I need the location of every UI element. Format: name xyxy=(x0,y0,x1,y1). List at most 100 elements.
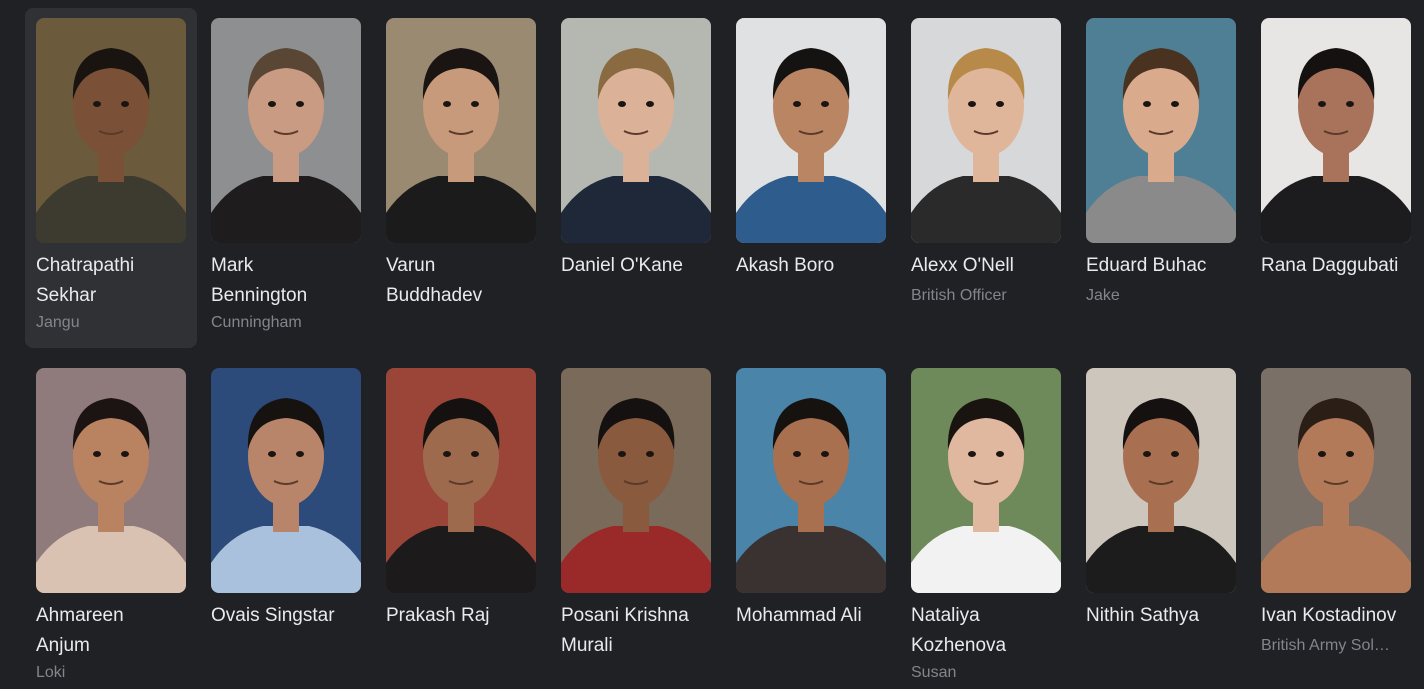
portrait-eye xyxy=(821,451,829,457)
portrait-eye xyxy=(121,101,129,107)
cast-photo[interactable] xyxy=(386,18,536,243)
cast-photo[interactable] xyxy=(36,368,186,593)
cast-card[interactable]: Mark Bennington Cunningham xyxy=(200,8,372,348)
cast-name-line2: Anjum xyxy=(36,635,90,656)
portrait-eye xyxy=(1346,451,1354,457)
cast-card[interactable]: Daniel O'Kane xyxy=(550,8,722,348)
cast-photo[interactable] xyxy=(1261,18,1411,243)
cast-name-line2: Murali xyxy=(561,635,613,656)
portrait-eye xyxy=(471,451,479,457)
cast-card[interactable]: Ovais Singstar xyxy=(200,358,372,689)
cast-role: British Officer xyxy=(911,287,1007,304)
cast-card[interactable]: Chatrapathi Sekhar Jangu xyxy=(25,8,197,348)
portrait-eye xyxy=(121,451,129,457)
portrait-eye xyxy=(821,101,829,107)
cast-card[interactable]: Rana Daggubati xyxy=(1250,8,1422,348)
portrait-image xyxy=(911,368,1061,593)
cast-name-line1: Alexx O'Nell xyxy=(911,255,1014,276)
cast-name[interactable]: Ovais Singstar xyxy=(211,601,371,631)
portrait-eye xyxy=(968,451,976,457)
portrait-eye xyxy=(1143,101,1151,107)
cast-name-line2: Buddhadev xyxy=(386,285,483,306)
cast-name-line1: Nithin Sathya xyxy=(1086,605,1200,626)
portrait-image xyxy=(911,18,1061,243)
portrait-image xyxy=(736,368,886,593)
cast-name[interactable]: Mohammad Ali xyxy=(736,601,896,631)
cast-name[interactable]: Varun Buddhadev xyxy=(386,251,546,311)
portrait-eye xyxy=(443,101,451,107)
portrait-image xyxy=(36,368,186,593)
portrait-eye xyxy=(268,101,276,107)
cast-photo[interactable] xyxy=(211,18,361,243)
cast-name[interactable]: Chatrapathi Sekhar xyxy=(36,251,196,311)
portrait-image xyxy=(1086,368,1236,593)
cast-card[interactable]: Nataliya Kozhenova Susan xyxy=(900,358,1072,689)
cast-card[interactable]: Varun Buddhadev xyxy=(375,8,547,348)
cast-role: Cunningham xyxy=(211,314,302,331)
cast-name[interactable]: Ahmareen Anjum xyxy=(36,601,196,661)
cast-name[interactable]: Mark Bennington xyxy=(211,251,371,311)
cast-card[interactable]: Ivan Kostadinov British Army Sol… xyxy=(1250,358,1422,689)
portrait-eye xyxy=(268,451,276,457)
cast-photo[interactable] xyxy=(911,18,1061,243)
portrait-eye xyxy=(93,451,101,457)
cast-photo[interactable] xyxy=(561,18,711,243)
cast-card[interactable]: Prakash Raj xyxy=(375,358,547,689)
cast-name-line1: Posani Krishna xyxy=(561,605,689,626)
cast-name-line1: Eduard Buhac xyxy=(1086,255,1207,276)
cast-name-line1: Ivan Kostadinov xyxy=(1261,605,1397,626)
portrait-eye xyxy=(618,101,626,107)
cast-card[interactable]: Eduard Buhac Jake xyxy=(1075,8,1247,348)
cast-name[interactable]: Nataliya Kozhenova xyxy=(911,601,1071,661)
cast-name[interactable]: Daniel O'Kane xyxy=(561,251,721,281)
cast-card[interactable]: Posani Krishna Murali xyxy=(550,358,722,689)
cast-name-line1: Ahmareen xyxy=(36,605,124,626)
portrait-eye xyxy=(296,101,304,107)
cast-name-line1: Chatrapathi xyxy=(36,255,135,276)
portrait-eye xyxy=(996,451,1004,457)
cast-name-line1: Mark xyxy=(211,255,254,276)
cast-photo[interactable] xyxy=(1086,18,1236,243)
cast-name[interactable]: Eduard Buhac xyxy=(1086,251,1246,281)
cast-name[interactable]: Ivan Kostadinov xyxy=(1261,601,1421,631)
portrait-eye xyxy=(1318,451,1326,457)
portrait-image xyxy=(561,18,711,243)
cast-name-line1: Nataliya xyxy=(911,605,980,626)
cast-photo[interactable] xyxy=(561,368,711,593)
portrait-eye xyxy=(443,451,451,457)
cast-name-line1: Ovais Singstar xyxy=(211,605,335,626)
cast-photo[interactable] xyxy=(736,18,886,243)
portrait-eye xyxy=(968,101,976,107)
cast-photo[interactable] xyxy=(36,18,186,243)
portrait-eye xyxy=(296,451,304,457)
portrait-image xyxy=(561,368,711,593)
cast-role: British Army Sol… xyxy=(1261,637,1390,654)
cast-name-line1: Akash Boro xyxy=(736,255,835,276)
cast-name-line1: Prakash Raj xyxy=(386,605,490,626)
portrait-eye xyxy=(1346,101,1354,107)
portrait-eye xyxy=(618,451,626,457)
cast-photo[interactable] xyxy=(386,368,536,593)
portrait-image xyxy=(36,18,186,243)
cast-name[interactable]: Nithin Sathya xyxy=(1086,601,1246,631)
cast-card[interactable]: Akash Boro xyxy=(725,8,897,348)
portrait-image xyxy=(1261,368,1411,593)
cast-photo[interactable] xyxy=(1261,368,1411,593)
cast-photo[interactable] xyxy=(736,368,886,593)
cast-photo[interactable] xyxy=(911,368,1061,593)
cast-name[interactable]: Akash Boro xyxy=(736,251,896,281)
portrait-image xyxy=(1261,18,1411,243)
portrait-eye xyxy=(93,101,101,107)
cast-name[interactable]: Posani Krishna Murali xyxy=(561,601,721,661)
cast-card[interactable]: Alexx O'Nell British Officer xyxy=(900,8,1072,348)
portrait-image xyxy=(386,18,536,243)
cast-name[interactable]: Rana Daggubati xyxy=(1261,251,1421,281)
cast-role: Jake xyxy=(1086,287,1120,304)
cast-card[interactable]: Nithin Sathya xyxy=(1075,358,1247,689)
cast-card[interactable]: Ahmareen Anjum Loki xyxy=(25,358,197,689)
cast-name[interactable]: Prakash Raj xyxy=(386,601,546,631)
cast-photo[interactable] xyxy=(1086,368,1236,593)
cast-photo[interactable] xyxy=(211,368,361,593)
cast-name[interactable]: Alexx O'Nell xyxy=(911,251,1071,281)
cast-card[interactable]: Mohammad Ali xyxy=(725,358,897,689)
